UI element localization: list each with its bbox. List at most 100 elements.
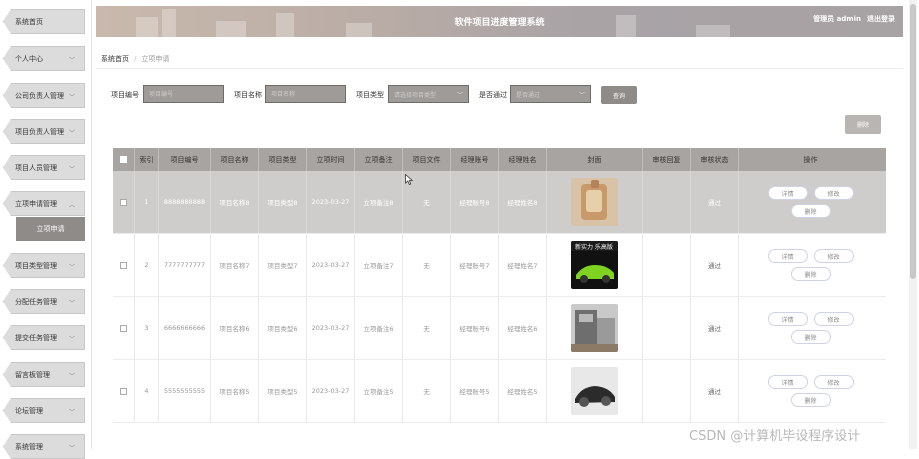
row-checkbox[interactable] — [120, 324, 127, 332]
header-user-area: 管理员 admin 退出登录 — [807, 14, 895, 24]
scrollbar-thumb[interactable] — [910, 4, 916, 279]
breadcrumb-separator: / — [134, 55, 137, 63]
manager-cell: 经理姓名5 — [499, 360, 547, 422]
row-checkbox[interactable] — [120, 261, 127, 269]
sidebar-item-project-lead[interactable]: 项目负责人管理 ﹀ — [3, 119, 85, 144]
status-cell: 通过 — [691, 360, 739, 422]
delete-button[interactable]: 删除 — [790, 204, 831, 218]
watermark: CSDN @计算机毕设程序设计 — [689, 429, 861, 444]
type-cell: 项目类型6 — [259, 297, 307, 359]
detail-button[interactable]: 详情 — [767, 375, 808, 389]
name-cell: 项目名称5 — [211, 360, 259, 422]
table-header: 索引 项目编号 项目名称 项目类型 立项时间 立项备注 项目文件 经理账号 经理… — [113, 148, 886, 171]
mouse-cursor-icon — [405, 174, 413, 185]
edit-button[interactable]: 修改 — [813, 375, 854, 389]
delete-button[interactable]: 删除 — [790, 330, 831, 344]
delete-button[interactable]: 删除 — [790, 393, 831, 407]
search-label-type: 项目类型 — [356, 91, 384, 99]
column-header: 经理姓名 — [499, 148, 547, 171]
sidebar-item-system[interactable]: 系统管理 ﹀ — [3, 434, 85, 459]
account-cell: 经理账号6 — [451, 297, 499, 359]
sidebar-item-message-board[interactable]: 留言板管理 ﹀ — [3, 362, 85, 387]
table-row[interactable]: 1 8888888888 项目名称8 项目类型8 2023-03-27 立项备注8 无经理账… — [113, 171, 886, 234]
column-header: 立项时间 — [307, 148, 355, 171]
column-header: 项目文件 — [403, 148, 451, 171]
status-cell: 通过 — [691, 171, 739, 233]
table-row[interactable]: 2 7777777777 项目名称7 项目类型7 2023-03-27 立项备注7 无经理账… — [113, 234, 886, 297]
table-row[interactable]: 4 5555555555 项目名称5 项目类型5 2023-03-27 立项备注5 无经理账… — [113, 360, 886, 423]
index-cell: 3 — [135, 297, 159, 359]
sidebar-item-submit-task[interactable]: 提交任务管理 ﹀ — [3, 325, 85, 350]
search-button[interactable]: 查询 — [601, 86, 637, 104]
app-title: 软件项目进度管理系统 — [454, 18, 545, 28]
chevron-down-icon: ﹀ — [68, 57, 75, 64]
sidebar-item-personal-center[interactable]: 个人中心 ﹀ — [3, 46, 85, 71]
sidebar-item-company-lead[interactable]: 公司负责人管理 ﹀ — [3, 83, 85, 108]
type-cell: 项目类型7 — [259, 234, 307, 296]
logout-link[interactable]: 退出登录 — [867, 15, 895, 23]
row-select-cell — [113, 234, 135, 296]
sidebar-item-assign-task[interactable]: 分配任务管理 ﹀ — [3, 289, 85, 314]
sidebar: 系统首页 个人中心 ﹀ 公司负责人管理 ﹀ 项目负责人管理 ﹀ 项目人员管理 ﹀ 立项申… — [0, 0, 92, 459]
sidebar-subitem-application[interactable]: 立项申请 — [16, 217, 85, 241]
date-cell: 2023-03-27 — [307, 171, 355, 233]
column-header: 项目编号 — [159, 148, 211, 171]
delete-button[interactable]: 删除 — [790, 267, 831, 281]
top-header: 软件项目进度管理系统 管理员 admin 退出登录 — [96, 6, 903, 37]
breadcrumb-home[interactable]: 系统首页 — [101, 55, 129, 63]
row-select-cell — [113, 171, 135, 233]
file-cell: 无 — [403, 360, 451, 422]
column-header: 项目类型 — [259, 148, 307, 171]
approved-select[interactable]: 是否通过 ﹀ — [510, 85, 591, 103]
actions-cell: 详情 修改删除 — [739, 171, 882, 233]
project-code-input[interactable] — [143, 85, 224, 103]
account-cell: 经理账号8 — [451, 171, 499, 233]
cover-image — [571, 304, 618, 352]
date-cell: 2023-03-27 — [307, 297, 355, 359]
chevron-down-icon: ﹀ — [456, 92, 463, 99]
manager-cell: 经理姓名7 — [499, 234, 547, 296]
actions-cell: 详情 修改删除 — [739, 234, 882, 296]
column-header: 经理账号 — [451, 148, 499, 171]
search-label-code: 项目编号 — [111, 91, 139, 99]
sidebar-item-forum[interactable]: 论坛管理 ﹀ — [3, 398, 85, 423]
note-cell: 立项备注8 — [355, 171, 403, 233]
sidebar-item-project-staff[interactable]: 项目人员管理 ﹀ — [3, 155, 85, 180]
account-cell: 经理账号5 — [451, 360, 499, 422]
status-cell: 通过 — [691, 297, 739, 359]
manager-cell: 经理姓名8 — [499, 171, 547, 233]
code-cell: 7777777777 — [159, 234, 211, 296]
project-type-select[interactable]: 请选择项目类型 ﹀ — [388, 85, 469, 103]
divider — [96, 68, 903, 69]
row-checkbox[interactable] — [120, 198, 127, 206]
chevron-down-icon: ﹀ — [68, 94, 75, 101]
row-checkbox[interactable] — [120, 387, 127, 395]
index-cell: 4 — [135, 360, 159, 422]
detail-button[interactable]: 详情 — [767, 249, 808, 263]
sidebar-item-project-type[interactable]: 项目类型管理 ﹀ — [3, 253, 85, 278]
chevron-down-icon: ﹀ — [68, 264, 75, 271]
reply-cell — [643, 234, 691, 296]
table-row[interactable]: 3 6666666666 项目名称6 项目类型6 2023-03-27 立项备注6 无经理账… — [113, 297, 886, 360]
select-all-checkbox[interactable] — [120, 156, 127, 163]
chevron-down-icon: ﹀ — [68, 445, 75, 452]
edit-button[interactable]: 修改 — [813, 186, 854, 200]
batch-delete-button[interactable]: 删除 — [845, 115, 881, 134]
sidebar-item-project-application[interactable]: 立项申请管理 ︿ — [3, 191, 85, 216]
row-select-cell — [113, 297, 135, 359]
status-cell: 通过 — [691, 234, 739, 296]
edit-button[interactable]: 修改 — [813, 249, 854, 263]
file-cell: 无 — [403, 297, 451, 359]
actions-cell: 详情 修改删除 — [739, 297, 882, 359]
account-cell: 经理账号7 — [451, 234, 499, 296]
select-all-cell — [113, 148, 135, 171]
column-header: 项目名称 — [211, 148, 259, 171]
date-cell: 2023-03-27 — [307, 360, 355, 422]
edit-button[interactable]: 修改 — [813, 312, 854, 326]
project-name-input[interactable] — [265, 85, 346, 103]
detail-button[interactable]: 详情 — [767, 186, 808, 200]
file-cell: 无 — [403, 234, 451, 296]
detail-button[interactable]: 详情 — [767, 312, 808, 326]
breadcrumb-current: 立项申请 — [141, 55, 170, 63]
sidebar-item-home[interactable]: 系统首页 — [3, 9, 85, 34]
